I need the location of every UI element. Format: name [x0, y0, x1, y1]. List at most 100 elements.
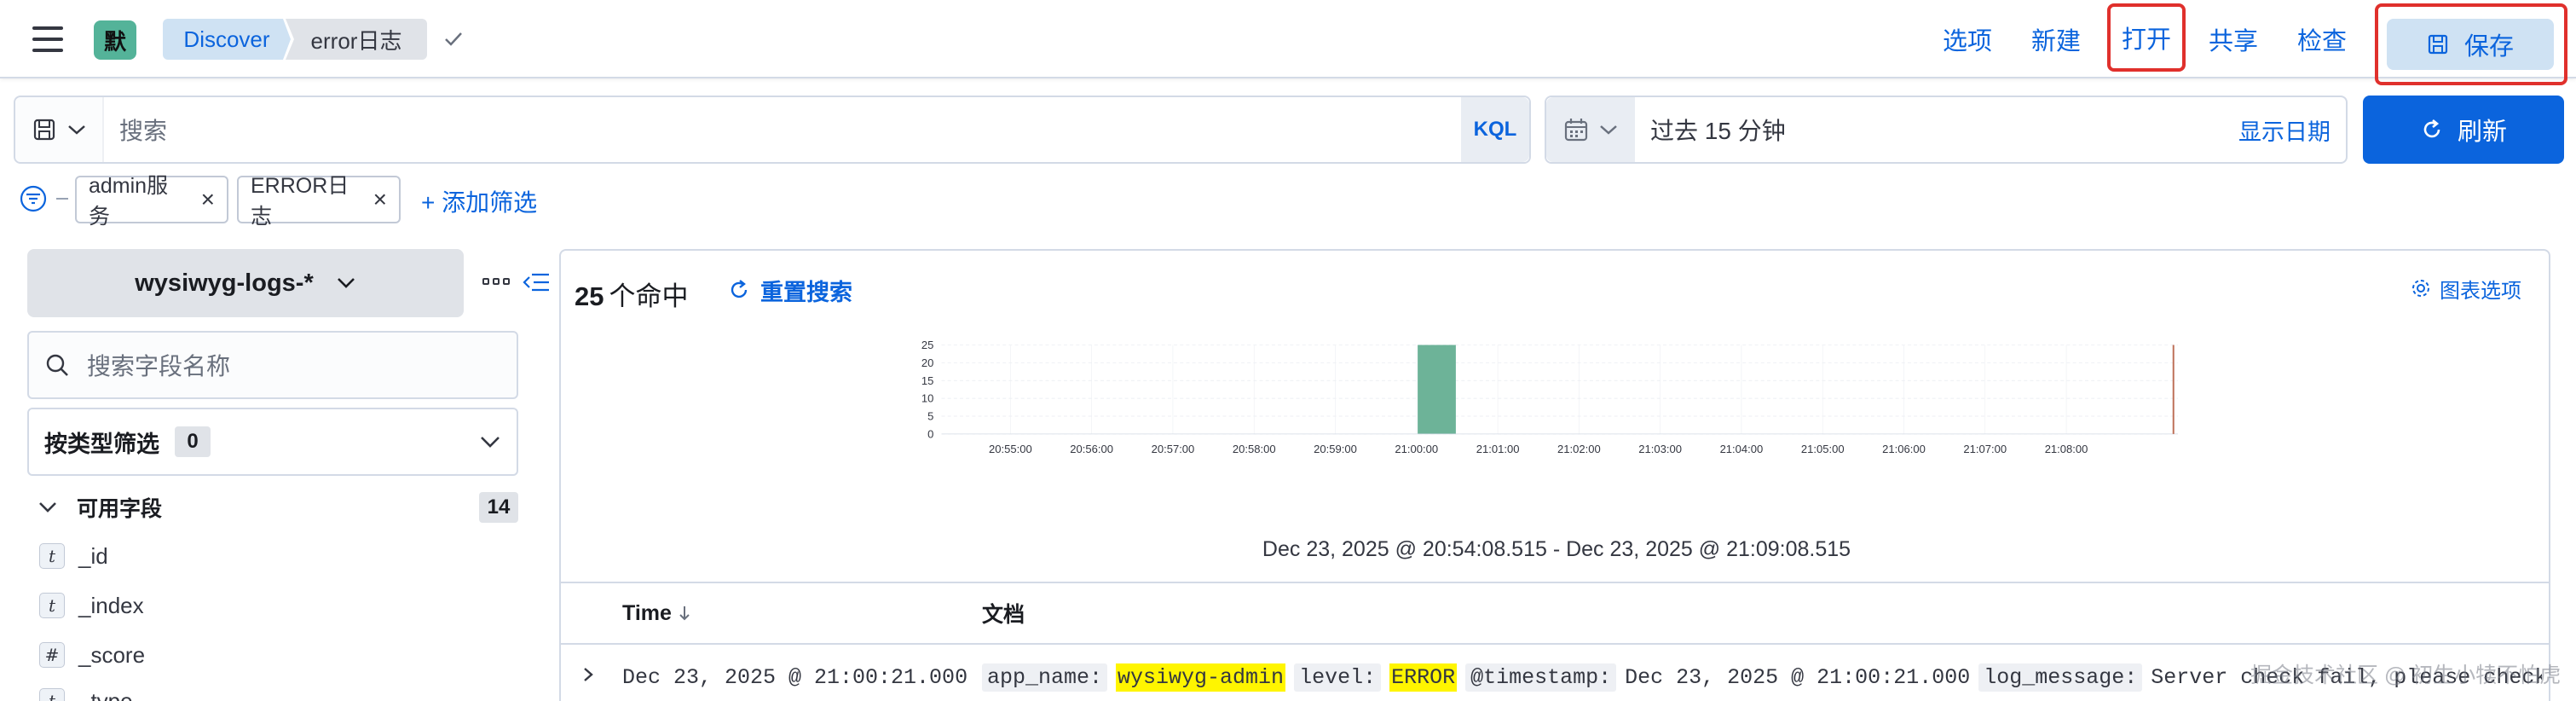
- field-name: _id: [78, 542, 108, 569]
- available-fields-toggle[interactable]: 可用字段 14: [27, 486, 518, 529]
- kql-toggle[interactable]: KQL: [1461, 97, 1529, 162]
- field-item[interactable]: t _id: [39, 539, 108, 573]
- calendar-icon: [1564, 119, 1588, 142]
- refresh-label: 刷新: [2457, 119, 2507, 146]
- time-picker: 过去 15 分钟 显示日期: [1545, 96, 2348, 164]
- field-item[interactable]: t _index: [39, 588, 144, 623]
- filter-by-type-count: 0: [175, 426, 211, 457]
- show-dates-link[interactable]: 显示日期: [2238, 97, 2331, 162]
- reset-search-label: 重置搜索: [760, 279, 852, 305]
- save-button[interactable]: 保存: [2387, 19, 2554, 70]
- collapse-sidebar-icon[interactable]: [522, 269, 551, 295]
- query-bar: 搜索 KQL: [14, 96, 1531, 164]
- time-range-text[interactable]: 过去 15 分钟: [1650, 97, 1786, 162]
- close-icon[interactable]: ×: [373, 186, 387, 213]
- hit-count: 25 个命中: [575, 275, 688, 313]
- chevron-down-icon: [481, 437, 500, 448]
- top-header: 默 Discover error日志 选项 新建 打开 共享 检查 保存: [0, 0, 2576, 85]
- filter-pill-admin[interactable]: admin服务 ×: [75, 174, 228, 229]
- doc-field-key: log_message:: [1978, 663, 2143, 692]
- save-label: 保存: [2463, 33, 2514, 61]
- y-tick-label: 15: [921, 374, 934, 387]
- field-name: _score: [78, 641, 146, 668]
- chevron-right-icon[interactable]: [578, 662, 598, 687]
- doc-field-key: @timestamp:: [1465, 663, 1617, 692]
- field-item[interactable]: t _type: [39, 684, 133, 701]
- field-name: _type: [78, 687, 133, 701]
- field-search-placeholder: 搜索字段名称: [87, 353, 231, 379]
- field-item[interactable]: # _score: [39, 638, 145, 672]
- histogram-chart: 0 5 10 15 20 25 20:55:00 20:56:00 20:57:00 20:58:…: [921, 339, 2178, 455]
- close-icon[interactable]: ×: [201, 186, 215, 213]
- x-tick-label: 21:05:00: [1801, 443, 1845, 455]
- reset-search-button[interactable]: 重置搜索: [728, 271, 852, 309]
- filter-pill-label: admin服务: [89, 174, 169, 229]
- number-field-icon: #: [39, 642, 65, 668]
- chevron-down-icon: [337, 278, 355, 288]
- index-pattern-selector[interactable]: wysiwyg-logs-*: [27, 249, 464, 317]
- x-tick-label: 21:06:00: [1882, 443, 1926, 455]
- filter-by-type-button[interactable]: 按类型筛选 0: [27, 408, 518, 476]
- breadcrumb-search-name: error日志: [286, 19, 427, 60]
- save-highlight: 保存: [2375, 3, 2567, 85]
- string-field-icon: t: [39, 543, 65, 569]
- x-tick-label: 20:55:00: [989, 443, 1032, 455]
- menu-icon[interactable]: [32, 26, 63, 52]
- filter-pill-error[interactable]: ERROR日志 ×: [237, 174, 401, 229]
- time-range-label: Dec 23, 2025 @ 20:54:08.515 - Dec 23, 20…: [1262, 537, 1851, 561]
- y-tick-label: 0: [927, 427, 933, 440]
- add-filter-link[interactable]: + 添加筛选: [421, 184, 537, 218]
- check-icon: [445, 32, 462, 46]
- x-tick-label: 21:07:00: [1963, 443, 2007, 455]
- save-icon: [2428, 34, 2448, 55]
- hit-count-suffix: 个命中: [609, 281, 689, 311]
- available-fields-label: 可用字段: [77, 497, 163, 521]
- refresh-icon: [2423, 119, 2440, 138]
- search-input[interactable]: 搜索: [119, 97, 167, 162]
- inspect-button[interactable]: 检查: [2288, 0, 2356, 78]
- x-tick-label: 21:00:00: [1395, 443, 1438, 455]
- filter-menu-icon[interactable]: [19, 184, 48, 213]
- y-tick-label: 5: [927, 410, 933, 423]
- x-tick-label: 20:59:00: [1314, 443, 1357, 455]
- chart-options-button[interactable]: 图表选项: [2411, 271, 2521, 305]
- share-button[interactable]: 共享: [2199, 0, 2267, 78]
- saved-query-menu[interactable]: [15, 97, 104, 162]
- x-tick-label: 20:56:00: [1070, 443, 1113, 455]
- more-options-icon[interactable]: [482, 278, 510, 285]
- hit-count-number: 25: [575, 281, 604, 311]
- y-tick-label: 20: [921, 356, 934, 369]
- new-button[interactable]: 新建: [2022, 0, 2090, 78]
- results-panel: 25 个命中 重置搜索 图表选项 0 5 10 15 20 25 20:55:00 20:56…: [559, 249, 2550, 701]
- open-button[interactable]: 打开: [2107, 3, 2186, 72]
- x-tick-label: 20:58:00: [1233, 443, 1276, 455]
- x-tick-label: 21:03:00: [1638, 443, 1682, 455]
- x-tick-label: 21:08:00: [2045, 443, 2088, 455]
- chevron-down-icon: [1600, 125, 1617, 135]
- filter-by-type-label: 按类型筛选: [44, 431, 159, 457]
- doc-field-key: app_name:: [982, 663, 1108, 692]
- histogram-bar: [1418, 345, 1456, 434]
- quick-time-menu[interactable]: [1546, 97, 1635, 162]
- doc-field-value: wysiwyg-admin: [1116, 663, 1286, 692]
- breadcrumb-discover[interactable]: Discover: [163, 19, 291, 60]
- y-tick-label: 25: [921, 339, 934, 351]
- options-button[interactable]: 选项: [1933, 0, 2001, 78]
- row-timestamp: Dec 23, 2025 @ 21:00:21.000: [622, 664, 968, 690]
- gear-icon: [2412, 280, 2429, 297]
- table-header: Time 文档: [561, 582, 2549, 645]
- doc-field-value: ERROR: [1389, 663, 1458, 692]
- refresh-button[interactable]: 刷新: [2363, 96, 2564, 164]
- doc-field-key: level:: [1294, 663, 1382, 692]
- string-field-icon: t: [39, 688, 65, 701]
- filter-divider: [56, 198, 68, 200]
- space-avatar[interactable]: 默: [94, 20, 136, 60]
- field-name: _index: [78, 592, 144, 618]
- column-header-document: 文档: [982, 603, 1025, 627]
- available-fields-count: 14: [479, 492, 518, 523]
- search-icon: [46, 354, 68, 376]
- index-pattern-label: wysiwyg-logs-*: [135, 269, 314, 297]
- column-header-time[interactable]: Time: [622, 583, 692, 643]
- sort-down-icon[interactable]: [677, 604, 692, 623]
- field-search-input[interactable]: 搜索字段名称: [27, 331, 518, 399]
